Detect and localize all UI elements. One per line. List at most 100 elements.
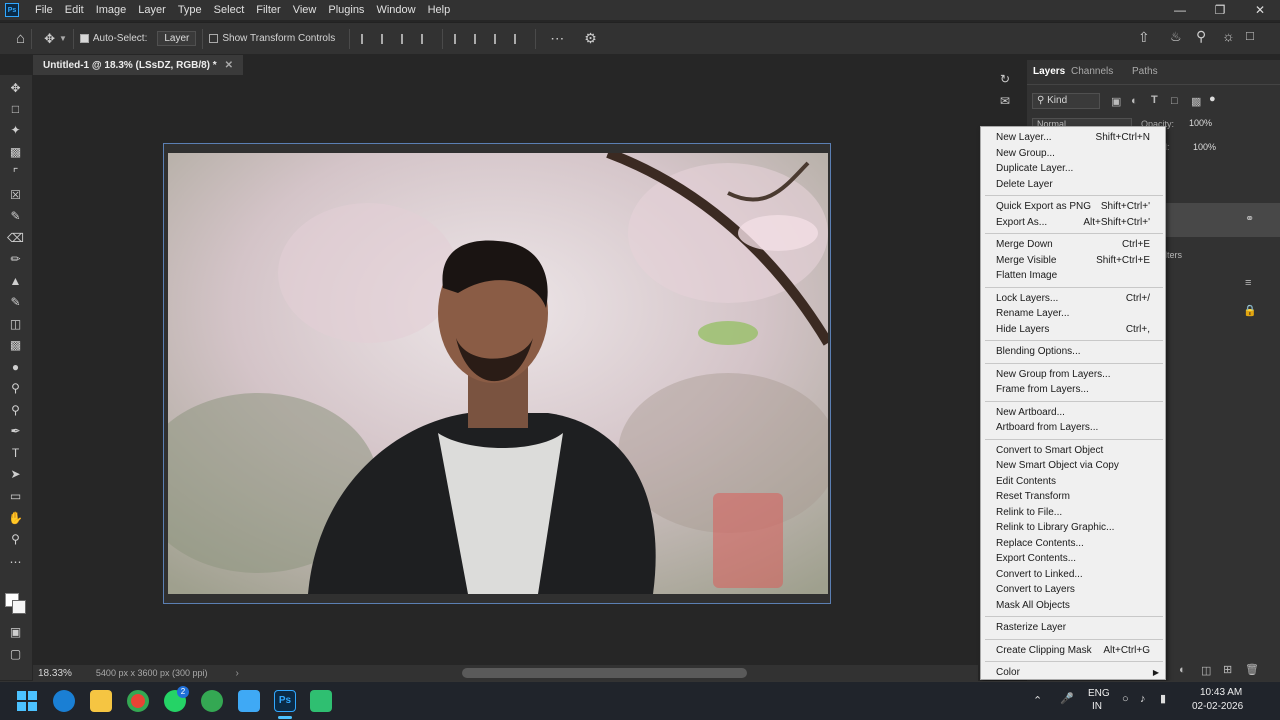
menu-file[interactable]: File bbox=[29, 4, 59, 16]
chevron-up-icon[interactable]: ⌃ bbox=[1033, 694, 1042, 707]
menu-type[interactable]: Type bbox=[172, 4, 208, 16]
quick-mask-icon[interactable]: ▣ bbox=[7, 623, 24, 640]
eyedropper-icon[interactable]: ✎ bbox=[7, 207, 24, 224]
menu-select[interactable]: Select bbox=[208, 4, 251, 16]
frame-tool-icon[interactable]: ☒ bbox=[7, 186, 24, 203]
menu-edit[interactable]: Edit bbox=[59, 4, 90, 16]
trash-icon[interactable]: 🗑 bbox=[1245, 663, 1259, 676]
context-menu-item[interactable]: Rename Layer... bbox=[981, 306, 1165, 321]
context-menu-item[interactable]: Hide Layers Ctrl+, bbox=[981, 322, 1165, 337]
dodge-tool-icon[interactable]: ⚲ bbox=[7, 401, 24, 418]
chrome-profile-icon[interactable] bbox=[201, 690, 223, 712]
blur-tool-icon[interactable]: ● bbox=[7, 358, 24, 375]
align-center-icon[interactable] bbox=[381, 33, 391, 44]
context-menu-item[interactable]: Color ▶ bbox=[981, 665, 1165, 680]
context-menu-item[interactable]: Edit Contents bbox=[981, 474, 1165, 489]
filter-kind-dropdown[interactable]: ⚲ Kind bbox=[1032, 93, 1100, 109]
move-tool-icon[interactable]: ✥ bbox=[44, 31, 55, 47]
align-top-icon[interactable] bbox=[454, 33, 464, 44]
share-icon[interactable]: ⇧ bbox=[1138, 29, 1150, 46]
gear-icon[interactable]: ⚙ bbox=[584, 30, 597, 47]
workspace-icon[interactable]: □ bbox=[1246, 28, 1254, 43]
quick-selection-icon[interactable]: ▩ bbox=[7, 143, 24, 160]
clock-time[interactable]: 10:43 AM bbox=[1200, 687, 1242, 698]
shape-filter-icon[interactable]: □ bbox=[1171, 95, 1178, 107]
adjustment-layer-icon[interactable]: ◐ bbox=[1179, 664, 1186, 676]
language-bottom[interactable]: IN bbox=[1092, 701, 1102, 712]
align-distribute-icon[interactable] bbox=[421, 33, 431, 44]
zoom-tool-icon[interactable]: ⚲ bbox=[7, 530, 24, 547]
document-tab[interactable]: Untitled-1 @ 18.3% (LSsDZ, RGB/8) * ✕ bbox=[33, 55, 244, 75]
whatsapp-icon[interactable]: 2 bbox=[164, 686, 189, 712]
align-vertical-distribute-icon[interactable] bbox=[514, 33, 524, 44]
language-top[interactable]: ENG bbox=[1088, 688, 1110, 699]
marquee-tool-icon[interactable]: □ bbox=[7, 100, 24, 117]
more-tools-icon[interactable]: ⋯ bbox=[7, 553, 24, 570]
minimize-icon[interactable]: — bbox=[1160, 0, 1200, 20]
context-menu-item[interactable]: Export As... Alt+Shift+Ctrl+' bbox=[981, 215, 1165, 230]
show-transform-checkbox[interactable] bbox=[209, 34, 219, 43]
context-menu-item[interactable]: Flatten Image bbox=[981, 268, 1165, 283]
context-menu-item[interactable]: Convert to Smart Object bbox=[981, 443, 1165, 458]
photoshop-taskbar-icon[interactable]: Ps bbox=[274, 690, 296, 712]
context-menu-item[interactable]: New Group... bbox=[981, 146, 1165, 161]
volume-icon[interactable]: ♪ bbox=[1140, 693, 1146, 705]
battery-icon[interactable]: ▮ bbox=[1160, 692, 1166, 705]
bell-icon[interactable]: ♨ bbox=[1170, 29, 1182, 45]
tab-paths[interactable]: Paths bbox=[1132, 66, 1158, 77]
menu-layer[interactable]: Layer bbox=[132, 4, 172, 16]
context-menu-item[interactable]: Convert to Layers bbox=[981, 582, 1165, 597]
clone-stamp-icon[interactable]: ▲ bbox=[7, 272, 24, 289]
align-bottom-icon[interactable] bbox=[494, 33, 504, 44]
notepad-icon[interactable] bbox=[238, 690, 260, 712]
screen-mode-icon[interactable]: ▢ bbox=[7, 645, 24, 662]
context-menu-item[interactable]: Relink to File... bbox=[981, 505, 1165, 520]
menu-window[interactable]: Window bbox=[370, 4, 421, 16]
align-left-icon[interactable] bbox=[361, 33, 371, 44]
context-menu-item[interactable]: New Artboard... bbox=[981, 405, 1165, 420]
menu-image[interactable]: Image bbox=[90, 4, 133, 16]
clock-date[interactable]: 02-02-2026 bbox=[1192, 701, 1243, 712]
context-menu-item[interactable]: Delete Layer bbox=[981, 177, 1165, 192]
history-brush-icon[interactable]: ✎ bbox=[7, 293, 24, 310]
image-filter-icon[interactable]: ▣ bbox=[1111, 95, 1121, 108]
file-explorer-icon[interactable] bbox=[90, 690, 112, 712]
context-menu-item[interactable]: Merge Down Ctrl+E bbox=[981, 237, 1165, 252]
chevron-down-icon[interactable]: ▼ bbox=[59, 34, 67, 43]
brush-tool-icon[interactable]: ✏ bbox=[7, 250, 24, 267]
edge-browser-icon[interactable] bbox=[53, 690, 75, 712]
context-menu-item[interactable]: Relink to Library Graphic... bbox=[981, 520, 1165, 535]
new-group-icon[interactable]: ◫ bbox=[1201, 664, 1211, 677]
path-selection-icon[interactable]: ➤ bbox=[7, 465, 24, 482]
new-layer-icon[interactable]: ⊞ bbox=[1223, 663, 1232, 676]
green-app-icon[interactable] bbox=[310, 690, 332, 712]
context-menu-item[interactable]: Create Clipping Mask Alt+Ctrl+G bbox=[981, 643, 1165, 658]
chrome-icon[interactable] bbox=[127, 690, 149, 712]
search-icon[interactable]: ⚲ bbox=[1196, 28, 1206, 45]
object-selection-icon[interactable]: ✦ bbox=[7, 121, 24, 138]
adjustment-filter-icon[interactable]: ◐ bbox=[1131, 95, 1138, 107]
hand-tool-icon[interactable]: ✋ bbox=[7, 509, 24, 526]
tab-channels[interactable]: Channels bbox=[1071, 66, 1113, 77]
discover-icon[interactable]: ☼ bbox=[1222, 28, 1235, 44]
context-menu-item[interactable]: Duplicate Layer... bbox=[981, 161, 1165, 176]
close-icon[interactable]: ✕ bbox=[225, 60, 233, 71]
background-color-swatch[interactable] bbox=[12, 600, 26, 614]
move-tool-icon[interactable]: ✥ bbox=[7, 79, 24, 96]
restore-icon[interactable]: ❐ bbox=[1200, 0, 1240, 20]
selected-layer-row[interactable] bbox=[1165, 203, 1280, 237]
context-menu-item[interactable]: Rasterize Layer bbox=[981, 620, 1165, 635]
filter-options-icon[interactable]: ≡ bbox=[1245, 277, 1251, 289]
healing-brush-icon[interactable]: ⌫ bbox=[7, 229, 24, 246]
close-icon[interactable]: ✕ bbox=[1240, 0, 1280, 20]
fill-value[interactable]: 100% bbox=[1193, 142, 1216, 152]
auto-select-dropdown[interactable]: Layer bbox=[157, 31, 197, 46]
artboard[interactable] bbox=[163, 143, 831, 604]
photo-layer[interactable] bbox=[168, 153, 828, 594]
menu-view[interactable]: View bbox=[287, 4, 323, 16]
horizontal-scrollbar[interactable] bbox=[462, 668, 747, 678]
context-menu-item[interactable]: Export Contents... bbox=[981, 551, 1165, 566]
opacity-value[interactable]: 100% bbox=[1189, 118, 1212, 128]
canvas-area[interactable] bbox=[33, 75, 978, 665]
windows-start-icon[interactable] bbox=[16, 690, 38, 712]
